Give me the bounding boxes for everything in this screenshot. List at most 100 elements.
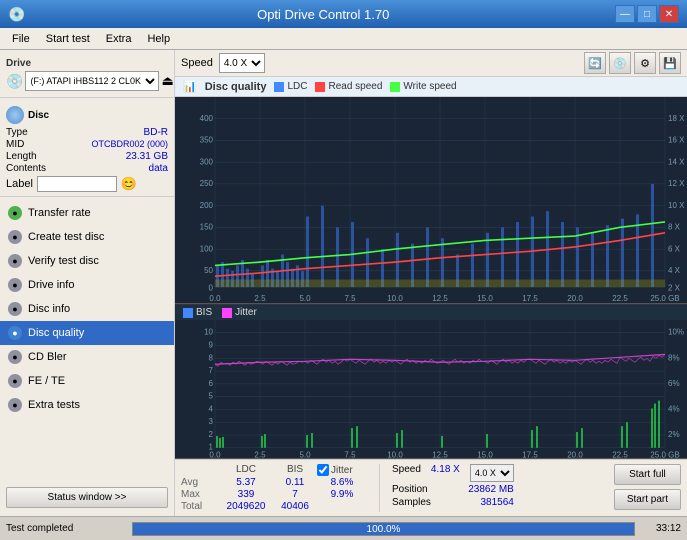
avg-jitter: 8.6% — [317, 477, 367, 488]
stats-table: LDC BIS Jitter Avg 5.37 0.11 8.6% Max 33… — [181, 464, 367, 512]
bottom-chart-svg: 10 9 8 7 6 5 4 3 2 1 10% 8% — [175, 320, 687, 458]
svg-text:2%: 2% — [668, 430, 680, 439]
menu-help[interactable]: Help — [139, 31, 178, 47]
sidebar-item-extra-tests[interactable]: ● Extra tests — [0, 393, 174, 417]
svg-text:50: 50 — [204, 265, 213, 275]
sidebar-item-label: CD Bler — [28, 351, 67, 363]
total-ldc: 2049620 — [219, 501, 273, 512]
sidebar-item-create-test[interactable]: ● Create test disc — [0, 225, 174, 249]
legend-jitter: Jitter — [222, 307, 257, 318]
max-ldc: 339 — [219, 489, 273, 500]
svg-text:8%: 8% — [668, 354, 680, 363]
svg-text:300: 300 — [200, 156, 214, 166]
svg-text:16 X: 16 X — [668, 134, 685, 144]
sidebar-item-disc-quality[interactable]: ● Disc quality — [0, 321, 174, 345]
position-row: Position 23862 MB — [392, 484, 514, 495]
stats-divider — [379, 464, 380, 512]
burn-button[interactable]: 💿 — [609, 52, 631, 74]
action-buttons: Start full Start part — [614, 464, 681, 512]
legend-bis: BIS — [183, 307, 212, 318]
svg-text:12.5: 12.5 — [432, 293, 448, 303]
drive-select[interactable]: (F:) ATAPI iHBS112 2 CL0K — [25, 71, 159, 91]
svg-text:5.0: 5.0 — [299, 293, 310, 303]
samples-val: 381564 — [480, 497, 513, 508]
svg-text:2.5: 2.5 — [254, 451, 266, 458]
legend-read-speed: Read speed — [315, 81, 382, 92]
menu-extra[interactable]: Extra — [98, 31, 140, 47]
menu-file[interactable]: File — [4, 31, 38, 47]
svg-text:4 X: 4 X — [668, 265, 680, 275]
sidebar-item-label: Disc info — [28, 303, 70, 315]
window-controls: — □ ✕ — [615, 5, 679, 23]
nav-dot-cd: ● — [8, 350, 22, 364]
sidebar-item-disc-info[interactable]: ● Disc info — [0, 297, 174, 321]
legend-write-dot — [390, 82, 400, 92]
speed-select[interactable]: 4.0 X — [219, 53, 265, 73]
samples-label: Samples — [392, 497, 431, 508]
time-label: 33:12 — [641, 523, 681, 534]
sidebar-item-drive-info[interactable]: ● Drive info — [0, 273, 174, 297]
maximize-button[interactable]: □ — [637, 5, 657, 23]
legend-ldc: LDC — [274, 81, 307, 92]
start-part-button[interactable]: Start part — [614, 489, 681, 510]
svg-text:0.0: 0.0 — [209, 293, 220, 303]
svg-text:10%: 10% — [668, 328, 684, 337]
drive-section: Drive 💿 (F:) ATAPI iHBS112 2 CL0K ⏏ — [0, 54, 174, 98]
svg-text:4: 4 — [209, 405, 214, 414]
drive-eject-icon[interactable]: ⏏ — [161, 73, 173, 89]
chart-title: Disc quality — [205, 81, 267, 93]
start-full-button[interactable]: Start full — [614, 464, 681, 485]
ldc-header: LDC — [219, 464, 273, 476]
svg-text:20.0: 20.0 — [567, 293, 583, 303]
status-bar: Test completed 100.0% 33:12 — [0, 516, 687, 540]
bottom-chart-header: BIS Jitter — [175, 304, 687, 320]
sidebar-item-label: Drive info — [28, 279, 74, 291]
speed-info-val: 4.18 X — [431, 464, 460, 482]
jitter-checkbox[interactable] — [317, 464, 329, 476]
sidebar-item-transfer-rate[interactable]: ● Transfer rate — [0, 201, 174, 225]
max-jitter: 9.9% — [317, 489, 367, 500]
disc-type-row: Type BD-R — [6, 127, 168, 138]
speed-info-select[interactable]: 4.0 X — [470, 464, 514, 482]
samples-row: Samples 381564 — [392, 497, 514, 508]
sidebar-item-cd-bler[interactable]: ● CD Bler — [0, 345, 174, 369]
save-button[interactable]: 💾 — [659, 52, 681, 74]
nav-dot-transfer: ● — [8, 206, 22, 220]
close-button[interactable]: ✕ — [659, 5, 679, 23]
svg-text:20.0: 20.0 — [567, 451, 583, 458]
avg-bis: 0.11 — [275, 477, 315, 488]
refresh-button[interactable]: 🔄 — [584, 52, 606, 74]
content-area: Speed 4.0 X 🔄 💿 ⚙ 💾 📊 Disc quality LDC R… — [175, 50, 687, 516]
minimize-button[interactable]: — — [615, 5, 635, 23]
status-text: Test completed — [6, 523, 126, 534]
progress-label: 100.0% — [133, 523, 634, 537]
nav-dot-quality: ● — [8, 326, 22, 340]
svg-text:6: 6 — [209, 379, 214, 388]
svg-text:10: 10 — [204, 328, 213, 337]
sidebar-item-label: Disc quality — [28, 327, 84, 339]
drive-select-row: 💿 (F:) ATAPI iHBS112 2 CL0K ⏏ — [6, 71, 168, 91]
svg-text:2: 2 — [209, 430, 213, 439]
legend-write-speed: Write speed — [390, 81, 456, 92]
svg-text:10.0: 10.0 — [387, 293, 403, 303]
svg-text:14 X: 14 X — [668, 156, 685, 166]
svg-text:8 X: 8 X — [668, 221, 680, 231]
svg-text:6%: 6% — [668, 379, 680, 388]
nav-dot-disc: ● — [8, 302, 22, 316]
sidebar-item-verify-test[interactable]: ● Verify test disc — [0, 249, 174, 273]
svg-text:4%: 4% — [668, 405, 680, 414]
sidebar-item-label: Extra tests — [28, 399, 80, 411]
sidebar-item-fe-te[interactable]: ● FE / TE — [0, 369, 174, 393]
nav-dot-create: ● — [8, 230, 22, 244]
disc-label-input[interactable] — [37, 176, 117, 192]
svg-text:150: 150 — [200, 221, 214, 231]
menu-start-test[interactable]: Start test — [38, 31, 98, 47]
chart-header: 📊 Disc quality LDC Read speed Write spee… — [175, 77, 687, 97]
status-window-button[interactable]: Status window >> — [6, 487, 168, 508]
svg-text:15.0: 15.0 — [477, 293, 493, 303]
settings-button[interactable]: ⚙ — [634, 52, 656, 74]
disc-label-icon[interactable]: 😊 — [121, 176, 137, 192]
svg-text:2.5: 2.5 — [254, 293, 265, 303]
disc-section: Disc Type BD-R MID OTCBDR002 (000) Lengt… — [0, 102, 174, 197]
nav-dot-drive: ● — [8, 278, 22, 292]
